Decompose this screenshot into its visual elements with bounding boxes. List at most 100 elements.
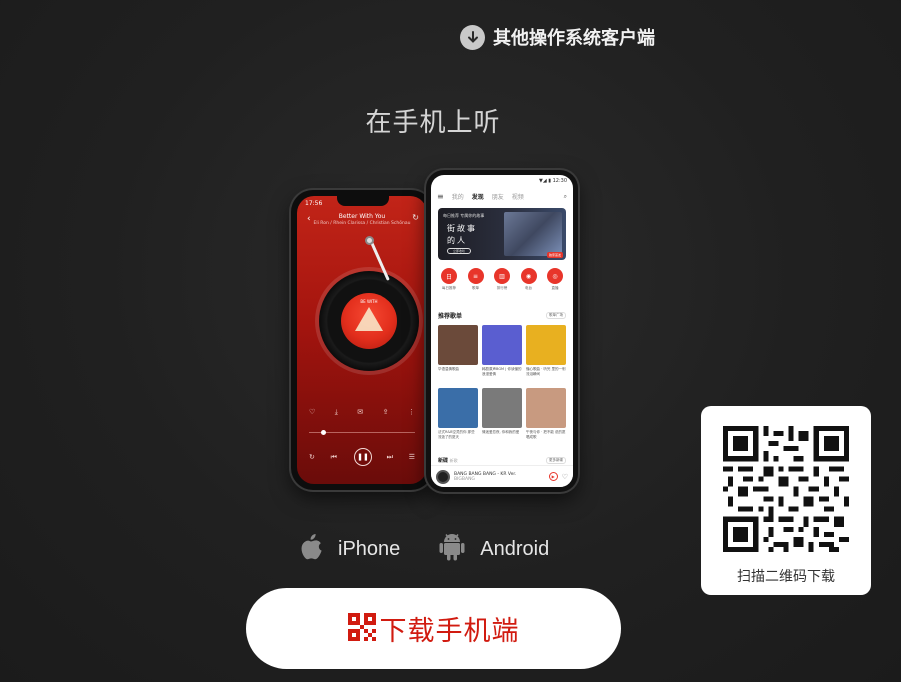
calendar-icon: 日 [441,268,457,284]
recommended-more: 歌单广场 [546,312,566,319]
progress-knob [321,430,326,435]
android-status-bar: ▼◢ ▮ 12:30 [538,178,567,184]
feature-label: 电台 [525,286,532,290]
banner-image [504,212,562,256]
playlist-caption: 午夜与你 · 把不能 说的愿 唱成歌 [526,430,566,439]
iphone-mockup: 17:56 ‹ ↻ Better With You Eli Ron / Rhei… [291,190,433,490]
playlist-cover [482,388,522,428]
android-banner: 每日推荐 专属你的故事 街故事 的人 立即收听 独家首发 [438,208,566,260]
qr-caption: 扫描二维码下载 [737,569,835,585]
recommended-title: 推荐歌单 [438,313,463,320]
download-icon: ⤓ [334,408,338,416]
android-icon [438,532,466,566]
pause-icon: ❚❚ [354,448,372,466]
apple-icon [298,532,324,566]
now-playing-artist: BIGBANG [454,476,475,482]
playlist-grid-row2: 法式R&B空灵的你 那些流逝了的夏天 情迷爱恋夜, 你和我的爱 午夜与你 · 把… [438,388,566,440]
mini-player: BANG BANG BANG - KR Ver. BIGBANG ▶ ♡ [431,465,573,487]
recommended-header: 推荐歌单 歌单广场 [438,311,566,320]
ios-progress-bar [309,430,415,435]
live-icon: ◎ [547,268,563,284]
playlist-caption: 懂心歌曲 · 听完 里的一剎流泪瞬间 [526,367,566,376]
feature-label: 排行榜 [496,286,508,290]
new-albums-title: 新碟 [438,458,449,464]
chart-icon: ▥ [494,268,510,284]
playlist-card: 华语温情歌曲 [438,325,478,377]
share-small-icon: ⇪ [382,408,389,416]
android-nav: ≡ 我的 发现 朋友 视频 ⌕ [437,192,567,201]
playlist-caption: 情迷爱恋夜, 你和我的爱 [482,430,520,434]
qr-code-icon [347,612,376,645]
playlist-caption: 韩剧原声BGM | 你读懂的浪漫爱情 [482,367,522,376]
android-link[interactable]: Android [438,532,549,566]
ios-song-title: Better With You [338,213,386,220]
comment-icon: ✉ [357,408,364,416]
tonearm-pivot [365,236,374,245]
next-icon: ⏭ [386,453,393,461]
playlist-cover [526,325,566,365]
playlist-cover [438,325,478,365]
radio-icon: ◉ [520,268,537,284]
album-cover: BE WITH [341,293,397,349]
playlist-cover [482,325,522,365]
download-qr-code [723,426,849,552]
mini-player-text: BANG BANG BANG - KR Ver. BIGBANG [454,472,545,482]
page-heading: 在手机上听 [365,108,501,138]
android-feature-icons: 日每日推荐 ≡ 歌单 ▥ 排行榜 ◉ 电台 ◎ 直播 [438,268,566,291]
album-cover-art [355,307,383,331]
tab-discover: 发现 [471,194,484,201]
playlist-card: 懂心歌曲 · 听完 里的一剎流泪瞬间 [526,325,566,377]
new-albums-more: 更多新碟 [546,457,566,464]
playlist-caption: 华语温情歌曲 [438,367,459,371]
feature-label: 歌单 [472,286,479,290]
banner-line2: 的人 [447,236,467,245]
playlist-card: 法式R&B空灵的你 那些流逝了的夏天 [438,388,478,440]
android-phone-mockup: ▼◢ ▮ 12:30 ≡ 我的 发现 朋友 视频 ⌕ 每日推荐 专属你的故事 街… [426,170,578,492]
android-label: Android [480,537,550,560]
playlist-caption: 法式R&B空灵的你 那些流逝了的夏天 [438,430,475,439]
new-albums-header: 新碟 新歌 更多新碟 [438,457,566,464]
playlist-icon: ≡ [467,268,484,284]
playlist-icon: ☰ [408,453,415,461]
ios-song-artist: Eli Ron / Rhein Clarissa / Christian Sch… [313,221,411,226]
tab-video: 视频 [511,194,524,201]
album-cover-text: BE WITH [360,299,378,304]
banner-small-text: 每日推荐 专属你的故事 [443,213,485,218]
playlist-cover [438,388,478,428]
more-icon: ⋮ [407,408,415,416]
playlist-card: 韩剧原声BGM | 你读懂的浪漫爱情 [482,325,522,377]
iphone-link[interactable]: iPhone [298,532,400,566]
feature-label: 每日推荐 [442,286,456,290]
iphone-screen: 17:56 ‹ ↻ Better With You Eli Ron / Rhei… [297,196,427,484]
new-songs-tab: 新歌 [449,458,458,463]
ios-action-row: ♡ ⤓ ✉ ⇪ ⋮ [309,408,415,417]
android-screen: ▼◢ ▮ 12:30 ≡ 我的 发现 朋友 视频 ⌕ 每日推荐 专属你的故事 街… [431,175,573,487]
qr-code-card: 扫描二维码下载 [701,406,871,595]
other-os-clients-link[interactable]: 其他操作系统客户端 [460,24,655,50]
platform-links: iPhone Android [298,532,587,566]
download-mobile-label: 下载手机端 [379,616,520,647]
iphone-label: iPhone [338,537,401,560]
playlist-card: 午夜与你 · 把不能 说的愿 唱成歌 [526,388,566,440]
heart-icon: ♡ [561,472,568,481]
search-icon: ⌕ [563,192,567,200]
iphone-status-time: 17:56 [305,200,323,207]
banner-tag: 独家首发 [546,252,563,258]
banner-line1: 街故事 [447,224,477,233]
playlist-card: 情迷爱恋夜, 你和我的爱 [482,388,522,440]
heart-icon: ♡ [309,408,316,416]
mini-player-disc [436,469,450,484]
playlist-grid-row1: 华语温情歌曲 韩剧原声BGM | 你读懂的浪漫爱情 懂心歌曲 · 听完 里的一剎… [438,325,566,377]
feature-playlist: ≡ 歌单 [465,268,487,291]
repeat-icon: ↻ [309,453,315,461]
feature-daily: 日每日推荐 [438,268,460,291]
feature-label: 直播 [551,286,559,290]
feature-live: ◎ 直播 [544,268,566,291]
feature-radio: ◉ 电台 [518,268,540,291]
mini-play-icon: ▶ [548,472,558,481]
download-circle-icon [460,24,485,50]
other-os-clients-label: 其他操作系统客户端 [493,28,655,49]
playlist-cover [526,388,566,428]
prev-icon: ⏮ [330,453,337,461]
download-mobile-button[interactable]: 下载手机端 [246,588,621,669]
